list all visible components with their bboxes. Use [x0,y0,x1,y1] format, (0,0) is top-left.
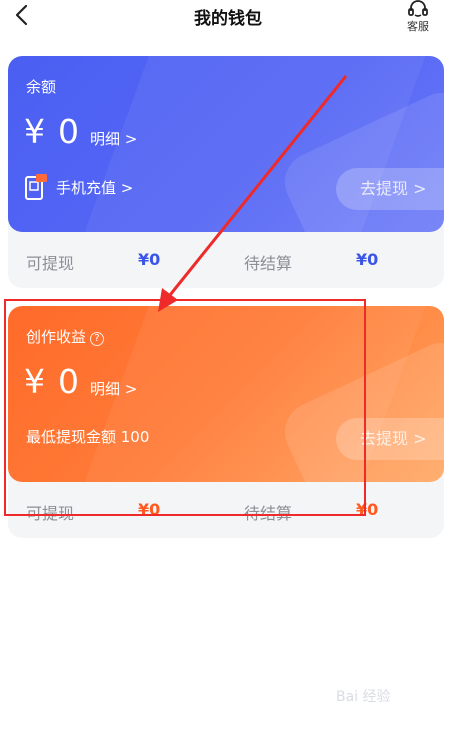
withdrawable-label: 可提现 [26,254,75,273]
balance-label: 余额 [26,78,57,96]
balance-withdraw-button[interactable]: 去提现 > [336,168,444,210]
phone-recharge-label: 手机充值 > [56,178,134,197]
header: 我的钱包 客服 [0,0,456,36]
page-title: 我的钱包 [194,9,262,29]
balance-card-top: 余额 ¥0 明细 > 手机充值 > 去提现 > [8,56,444,232]
customer-service-label: 客服 [407,20,429,33]
balance-amount: ¥0 [24,112,80,151]
headset-icon [408,0,428,17]
pending-label: 待结算 [244,254,293,273]
balance-stats: 可提现 ¥0 待结算 ¥0 [8,232,444,288]
withdrawable-value: ¥0 [138,250,161,269]
phone-recharge-link[interactable]: 手机充值 > [24,172,133,202]
watermark: Bai 经验 [336,689,391,705]
balance-detail-link[interactable]: 明细 > [90,128,137,149]
currency-symbol: ¥ [24,112,46,151]
phone-recharge-icon [25,174,47,200]
balance-amount-value: 0 [58,112,80,151]
pending-value: ¥0 [356,250,379,269]
annotation-box [4,299,366,516]
customer-service-button[interactable]: 客服 [402,0,434,34]
balance-card: 余额 ¥0 明细 > 手机充值 > 去提现 > 可提现 ¥0 待结算 ¥0 [8,56,444,288]
